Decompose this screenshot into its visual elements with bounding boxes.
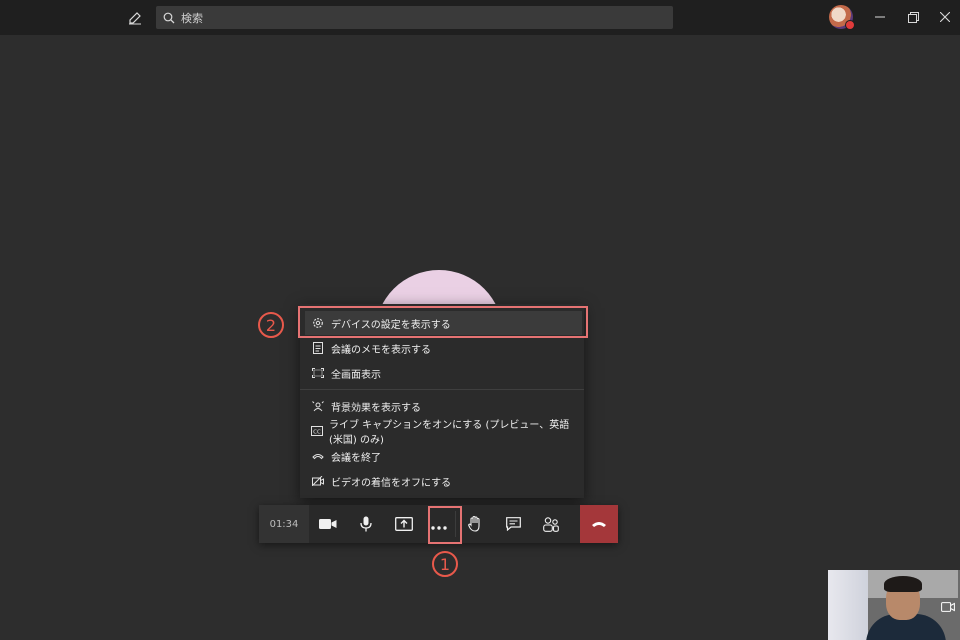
- end-meeting-icon: [311, 449, 325, 463]
- menu-item-end-meeting[interactable]: 会議を終了: [300, 444, 584, 468]
- meeting-timer: 01:34: [259, 505, 309, 543]
- cc-icon: CC: [311, 424, 323, 438]
- menu-item-fullscreen[interactable]: 全画面表示: [300, 361, 584, 385]
- step-1-marker: 1: [432, 551, 458, 577]
- highlight-more-options: [428, 506, 462, 544]
- video-off-icon: [311, 474, 325, 488]
- search-icon: [163, 11, 177, 25]
- menu-separator: [300, 389, 584, 390]
- menu-item-label: 会議のメモを表示する: [331, 344, 431, 356]
- close-button[interactable]: [937, 9, 953, 25]
- menu-item-label: 会議を終了: [331, 452, 381, 464]
- video-person-hair: [884, 576, 922, 592]
- menu-item-label: 背景効果を表示する: [331, 402, 421, 414]
- minimize-button[interactable]: [872, 9, 888, 25]
- participants-button[interactable]: [532, 505, 570, 543]
- notes-icon: [311, 341, 325, 355]
- user-avatar[interactable]: [829, 5, 855, 30]
- share-screen-button[interactable]: [385, 505, 423, 543]
- status-busy-dot: [845, 20, 855, 30]
- hang-up-button[interactable]: [580, 505, 618, 543]
- search-input[interactable]: 検索: [156, 6, 673, 29]
- title-bar: 検索: [0, 0, 960, 35]
- highlight-device-settings: [298, 306, 588, 338]
- video-switch-icon[interactable]: [941, 598, 955, 612]
- microphone-button[interactable]: [347, 505, 385, 543]
- step-2-marker: 2: [258, 312, 284, 338]
- menu-item-label: ライブ キャプションをオンにする (プレビュー、英語 (米国) のみ): [329, 420, 570, 446]
- self-video-preview[interactable]: [828, 570, 960, 640]
- menu-item-label: 全画面表示: [331, 369, 381, 381]
- menu-item-meeting-notes[interactable]: 会議のメモを表示する: [300, 336, 584, 360]
- svg-text:CC: CC: [313, 429, 321, 435]
- video-background-curtain: [828, 570, 868, 640]
- menu-item-label: ビデオの着信をオフにする: [331, 477, 452, 489]
- chat-button[interactable]: [494, 505, 532, 543]
- camera-button[interactable]: [309, 505, 347, 543]
- search-placeholder: 検索: [181, 11, 203, 25]
- background-effects-icon: [311, 399, 325, 413]
- restore-button[interactable]: [905, 9, 921, 25]
- fullscreen-icon: [311, 366, 325, 380]
- menu-item-live-captions[interactable]: CC ライブ キャプションをオンにする (プレビュー、英語 (米国) のみ): [300, 419, 584, 446]
- menu-item-background-effects[interactable]: 背景効果を表示する: [300, 394, 584, 418]
- new-chat-icon[interactable]: [125, 8, 145, 28]
- menu-item-turn-off-incoming-video[interactable]: ビデオの着信をオフにする: [300, 469, 584, 493]
